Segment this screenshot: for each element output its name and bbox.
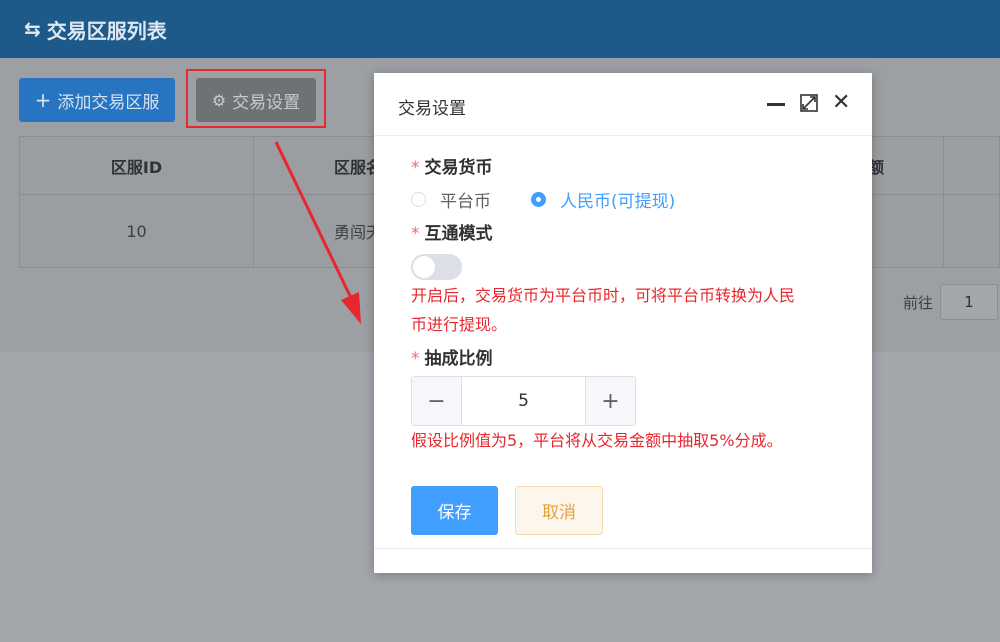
increment-button[interactable]: + — [585, 377, 635, 425]
commission-label-text: 抽成比例 — [424, 349, 493, 369]
radio-circle-checked — [531, 192, 546, 207]
radio-circle — [411, 192, 426, 207]
radio-label: 平台币 — [440, 192, 491, 212]
commission-input[interactable]: 5 — [462, 377, 585, 425]
dialog-header: 交易设置 ✕ — [374, 73, 872, 136]
interop-hint-line1: 开启后，交易货币为平台币时，可将平台币转换为人民 — [411, 286, 796, 305]
dialog-footer-divider — [374, 548, 872, 549]
required-mark: * — [411, 349, 420, 369]
cancel-button[interactable]: 取消 — [515, 486, 603, 535]
dialog-title: 交易设置 — [398, 99, 466, 119]
commission-label: * 抽成比例 — [411, 344, 493, 369]
radio-label: 人民币(可提现) — [560, 192, 676, 212]
save-button[interactable]: 保存 — [411, 486, 498, 535]
commission-stepper: − 5 + — [411, 376, 636, 426]
required-mark: * — [411, 158, 420, 178]
arrow-line — [274, 141, 354, 301]
close-icon[interactable]: ✕ — [832, 92, 850, 114]
interop-toggle[interactable] — [411, 254, 462, 280]
toggle-knob — [413, 256, 435, 278]
interop-label: * 互通模式 — [411, 219, 493, 244]
required-mark: * — [411, 224, 420, 244]
arrow-head — [341, 292, 361, 324]
page: ⇆ 交易区服列表 + 添加交易区服 ⚙ 交易设置 区服ID 区服名 额 10 勇… — [0, 0, 1000, 642]
interop-label-text: 互通模式 — [424, 224, 493, 244]
trade-settings-dialog: 交易设置 ✕ * 交易货币 平台币 人民币(可提现) * 互通模式 开启后，交易… — [374, 73, 872, 573]
interop-hint-line2: 币进行提现。 — [411, 315, 508, 334]
maximize-icon[interactable] — [800, 94, 818, 112]
currency-label: * 交易货币 — [411, 153, 493, 178]
interop-hint: 开启后，交易货币为平台币时，可将平台币转换为人民 币进行提现。 — [411, 281, 795, 339]
minimize-icon[interactable] — [767, 103, 785, 106]
radio-rmb-withdrawable[interactable]: 人民币(可提现) — [531, 187, 675, 212]
currency-label-text: 交易货币 — [424, 158, 493, 178]
decrement-button[interactable]: − — [412, 377, 462, 425]
commission-hint: 假设比例值为5，平台将从交易金额中抽取5%分成。 — [411, 431, 783, 450]
radio-platform-coin[interactable]: 平台币 — [411, 187, 491, 212]
